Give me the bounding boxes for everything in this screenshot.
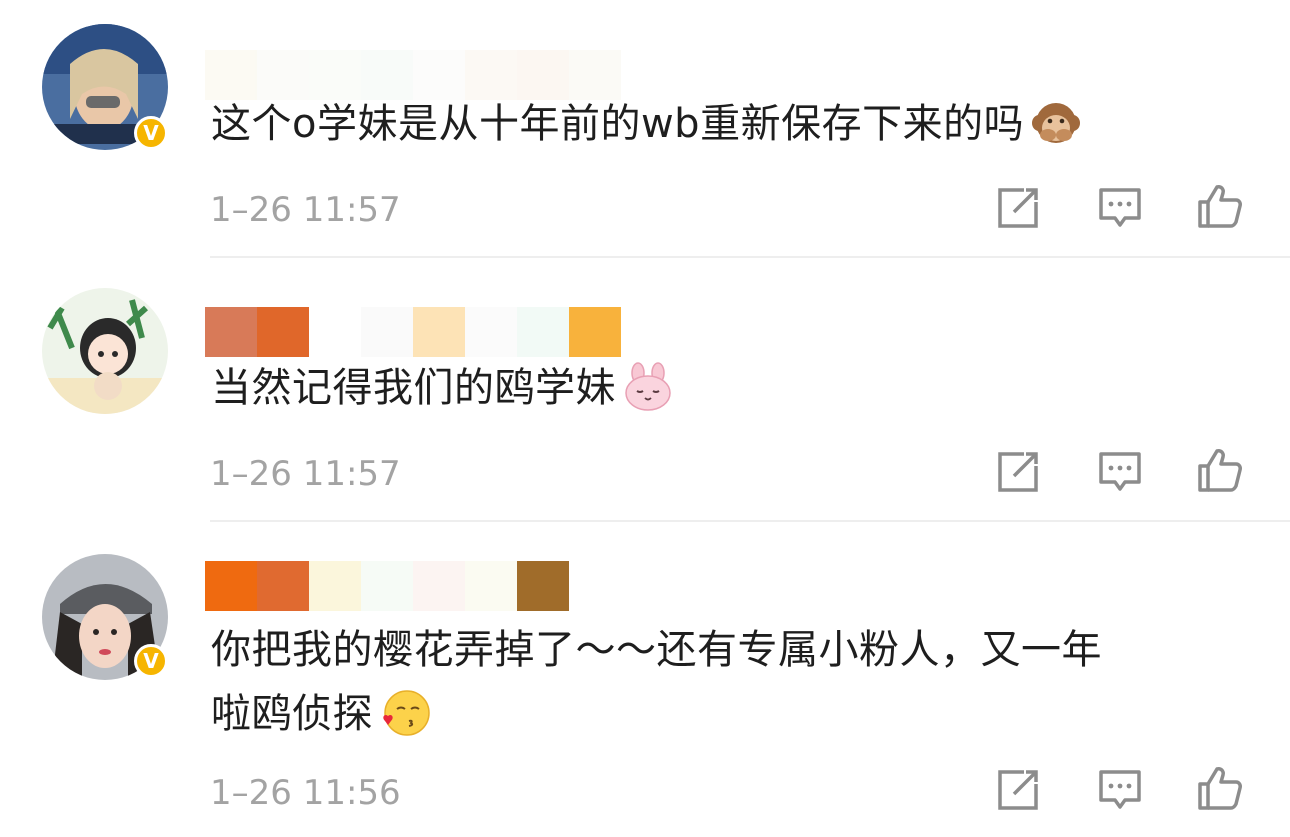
comment-icon[interactable]	[1096, 766, 1144, 814]
share-icon[interactable]	[994, 448, 1042, 496]
monkey-covering-mouth-emoji	[1032, 103, 1081, 143]
timestamp: 1–26 11:57	[210, 454, 401, 494]
username-blur	[205, 50, 621, 100]
verified-badge: V	[134, 116, 168, 150]
divider	[210, 520, 1290, 522]
timestamp: 1–26 11:56	[210, 773, 401, 813]
divider	[210, 256, 1290, 258]
share-icon[interactable]	[994, 184, 1042, 232]
timestamp: 1–26 11:57	[210, 190, 401, 230]
comment-text: 这个o学妹是从十年前的wb重新保存下来的吗	[211, 98, 1230, 152]
comment-icon[interactable]	[1096, 448, 1144, 496]
share-icon[interactable]	[994, 766, 1042, 814]
comment-text: 你把我的樱花弄掉了～～还有专属小粉人，又一年 啦鸥侦探	[211, 627, 1102, 737]
username-blur	[205, 307, 621, 357]
verified-badge: V	[134, 644, 168, 678]
like-icon[interactable]	[1196, 764, 1244, 812]
kissing-face-emoji	[383, 690, 430, 736]
pink-bunny-emoji	[625, 362, 671, 411]
like-icon[interactable]	[1196, 182, 1244, 230]
username-blur	[205, 561, 569, 611]
comment-text: 当然记得我们的鸥学妹	[211, 362, 1230, 416]
avatar[interactable]	[42, 288, 168, 414]
like-icon[interactable]	[1196, 446, 1244, 494]
comment-icon[interactable]	[1096, 184, 1144, 232]
